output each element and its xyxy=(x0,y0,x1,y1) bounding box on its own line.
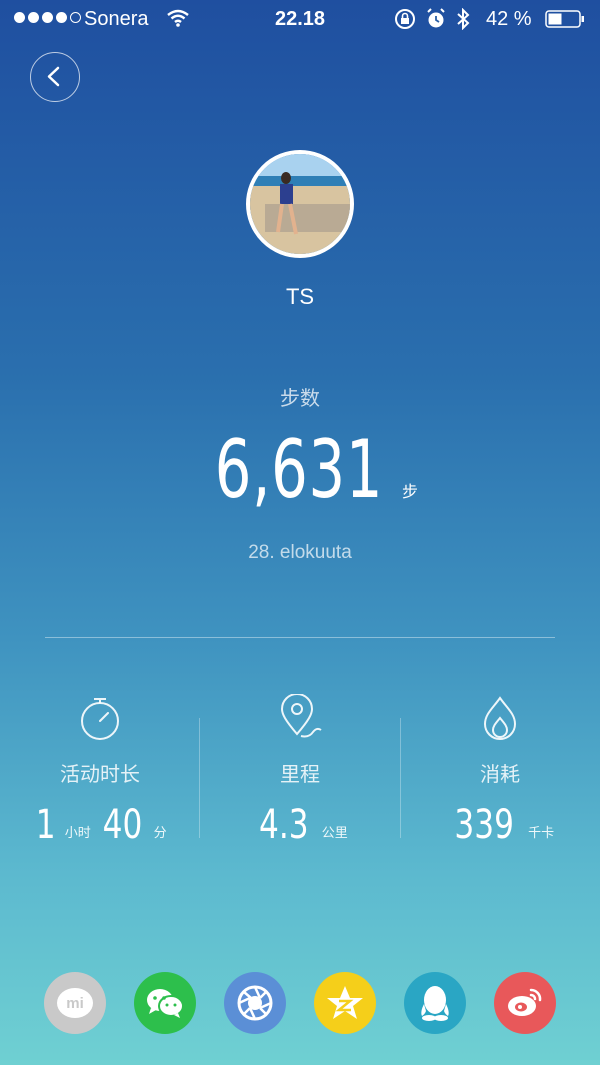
activity-hours: 1 xyxy=(36,802,56,848)
calories-unit: 千卡 xyxy=(528,825,555,840)
battery-icon xyxy=(545,10,585,28)
back-button[interactable] xyxy=(30,52,80,102)
qzone-icon xyxy=(327,986,363,1019)
moments-icon xyxy=(237,985,273,1021)
hours-unit: 小时 xyxy=(64,825,91,840)
distance-unit: 公里 xyxy=(321,825,348,840)
date-label: 28. elokuuta xyxy=(248,542,352,563)
user-name: TS xyxy=(285,284,315,309)
steps-count: 6,631 步 xyxy=(0,430,600,510)
share-mi-button[interactable]: mi xyxy=(44,972,106,1034)
weibo-icon xyxy=(508,988,542,1016)
steps-value: 6,631 xyxy=(214,423,384,516)
distance-value: 4.3 xyxy=(259,802,309,848)
flame-icon xyxy=(483,696,517,740)
share-qq-button[interactable] xyxy=(404,972,466,1034)
alarm-icon xyxy=(426,8,446,36)
mi-icon: mi xyxy=(57,988,93,1018)
activity-minutes: 40 xyxy=(102,802,143,848)
minutes-unit: 分 xyxy=(153,825,167,840)
chevron-left-icon xyxy=(47,66,60,87)
location-pin-icon xyxy=(280,694,322,738)
activity-duration-stat: 活动时长 1 小时 40 分 xyxy=(0,694,200,845)
share-wechat-button[interactable] xyxy=(134,972,196,1034)
activity-duration-label: 活动时长 xyxy=(60,764,140,786)
steps-label: 步数 xyxy=(280,388,320,410)
profile-photo xyxy=(250,154,350,254)
share-moments-button[interactable] xyxy=(224,972,286,1034)
divider xyxy=(45,637,555,638)
stopwatch-icon xyxy=(81,698,119,740)
wechat-icon xyxy=(147,989,184,1018)
avatar[interactable] xyxy=(246,150,354,258)
calories-stat: 消耗 339 千卡 xyxy=(400,694,600,845)
rotation-lock-icon xyxy=(394,8,416,36)
distance-label: 里程 xyxy=(280,764,320,786)
bluetooth-icon xyxy=(456,7,470,36)
battery-percentage: 42 % xyxy=(486,8,532,30)
share-weibo-button[interactable] xyxy=(494,972,556,1034)
qq-icon xyxy=(421,986,449,1021)
calories-value: 339 xyxy=(454,802,514,848)
distance-stat: 里程 4.3 公里 xyxy=(200,694,400,845)
status-bar: Sonera 22.18 42 % xyxy=(0,0,600,40)
share-qzone-button[interactable] xyxy=(314,972,376,1034)
calories-label: 消耗 xyxy=(480,764,520,786)
steps-unit: 步 xyxy=(402,484,419,501)
